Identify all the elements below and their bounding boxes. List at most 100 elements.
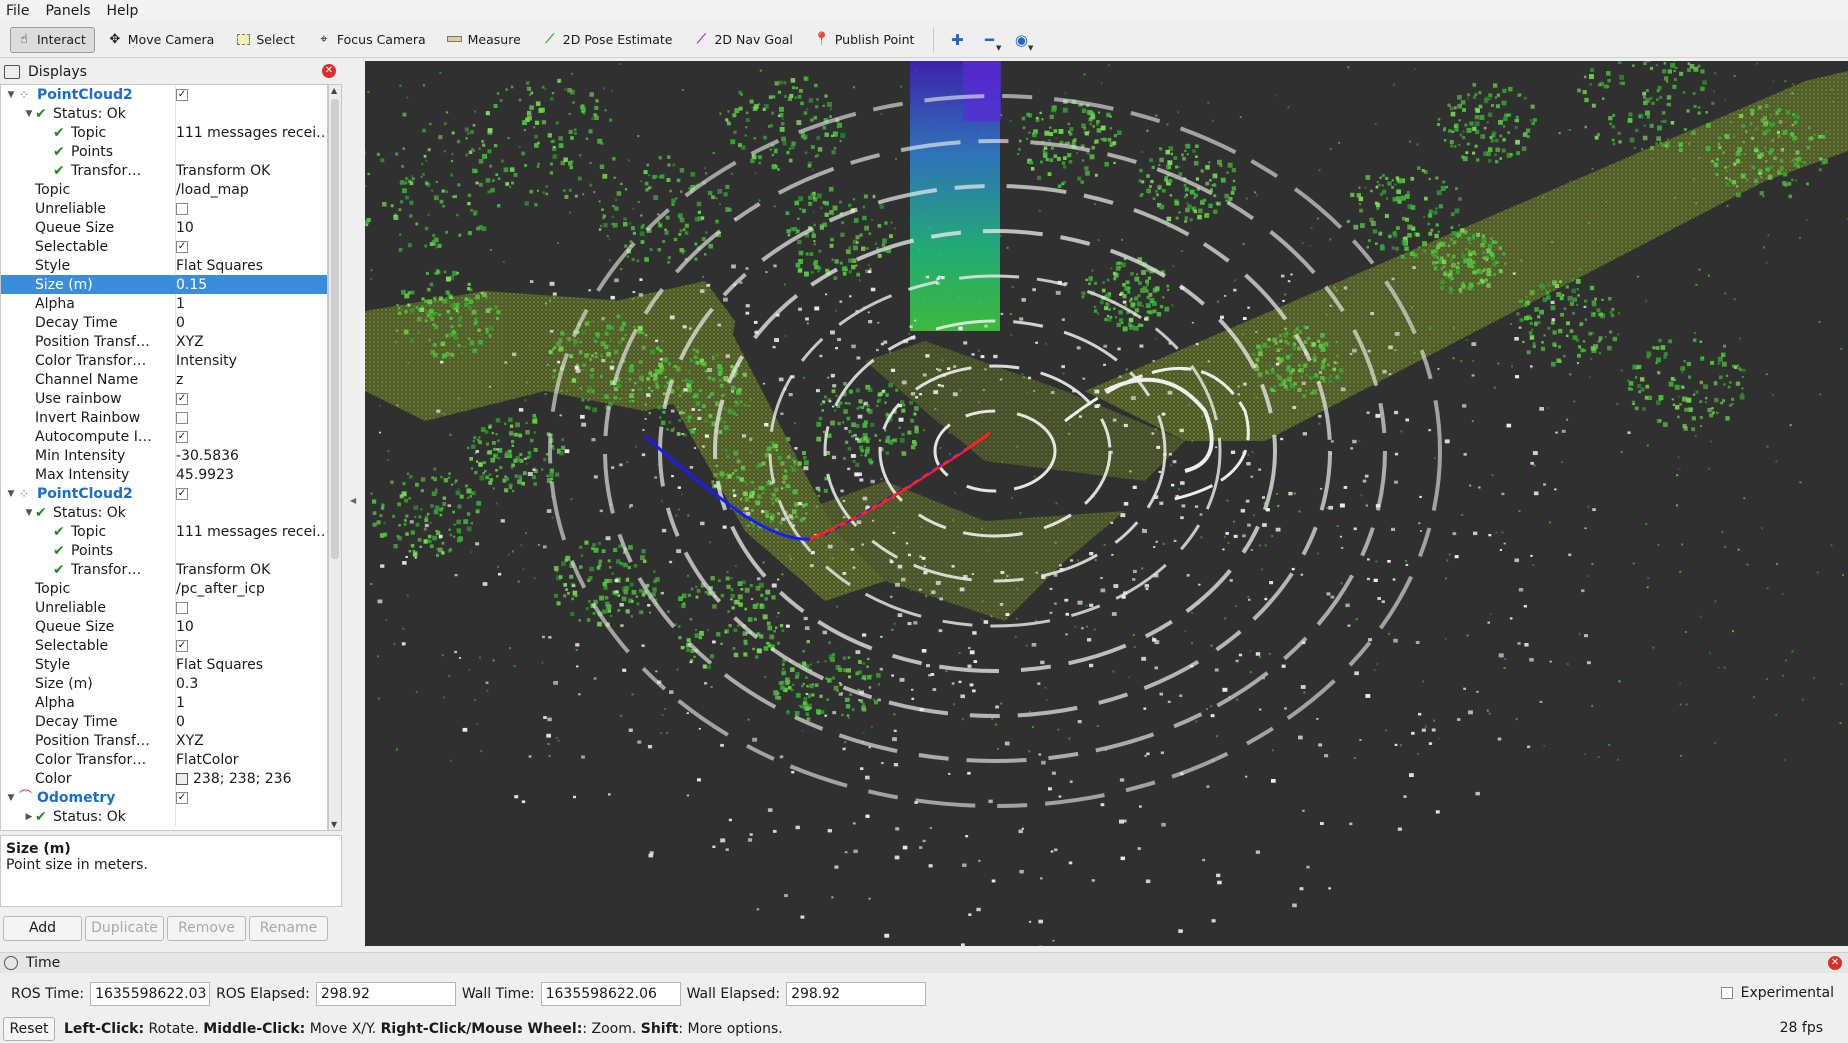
ros-elapsed-field[interactable]: 298.92 bbox=[315, 982, 456, 1006]
panel-visibility-button[interactable]: ◉ ▼ bbox=[1006, 27, 1036, 53]
property-checkbox[interactable]: ✓ bbox=[176, 88, 188, 101]
property-checkbox[interactable]: ✓ bbox=[176, 791, 188, 804]
property-row[interactable]: Color Transfor… FlatColor bbox=[1, 750, 327, 769]
property-row[interactable]: Unreliable bbox=[1, 598, 327, 617]
property-checkbox[interactable] bbox=[176, 411, 188, 424]
property-checkbox[interactable]: ✓ bbox=[176, 487, 188, 500]
property-checkbox[interactable] bbox=[176, 202, 188, 215]
property-checkbox[interactable]: ✓ bbox=[176, 639, 188, 652]
wall-time-field[interactable]: 1635598622.06 bbox=[540, 982, 681, 1006]
property-checkbox[interactable]: ✓ bbox=[176, 240, 188, 253]
tool-2d-nav-goal[interactable]: ⟋ 2D Nav Goal bbox=[687, 27, 801, 53]
expand-arrow-icon[interactable]: ▼ bbox=[23, 109, 35, 119]
property-value-cell[interactable] bbox=[175, 503, 325, 522]
tool-interact[interactable]: ☝ Interact bbox=[10, 26, 95, 53]
property-row[interactable]: Color 238; 238; 236 bbox=[1, 769, 327, 788]
property-value-cell[interactable]: ✓ bbox=[175, 484, 325, 503]
duplicate-button[interactable]: Duplicate bbox=[85, 915, 164, 941]
menu-file[interactable]: File bbox=[6, 3, 29, 19]
property-row[interactable]: Size (m) 0.3 bbox=[1, 674, 327, 693]
property-value-cell[interactable]: Transform OK bbox=[175, 560, 325, 579]
property-value-cell[interactable] bbox=[175, 408, 325, 427]
property-row[interactable]: Position Transf… XYZ bbox=[1, 332, 327, 351]
collapse-left-icon[interactable]: ◀ bbox=[350, 496, 356, 505]
property-row[interactable]: Decay Time 0 bbox=[1, 712, 327, 731]
render-view-3d[interactable] bbox=[365, 61, 1848, 946]
property-row[interactable]: Decay Time 0 bbox=[1, 313, 327, 332]
tool-select[interactable]: Select bbox=[229, 27, 304, 53]
property-value-cell[interactable]: /pc_after_icp bbox=[175, 579, 325, 598]
property-value-cell[interactable]: Flat Squares bbox=[175, 655, 325, 674]
remove-button[interactable]: Remove bbox=[167, 915, 246, 941]
wall-elapsed-field[interactable]: 298.92 bbox=[786, 982, 927, 1006]
property-value-cell[interactable]: 45.9923 bbox=[175, 465, 325, 484]
property-value-cell[interactable]: 111 messages recei… bbox=[175, 123, 325, 142]
scrollbar-thumb[interactable] bbox=[331, 99, 339, 559]
menu-help[interactable]: Help bbox=[107, 3, 139, 19]
tool-publish-point[interactable]: 📍 Publish Point bbox=[808, 27, 924, 53]
property-row[interactable]: ✔ Topic 111 messages recei… bbox=[1, 123, 327, 142]
display-item[interactable]: ▼ ⁘ PointCloud2 ✓ bbox=[1, 85, 327, 104]
property-row[interactable]: Min Intensity -30.5836 bbox=[1, 446, 327, 465]
color-swatch[interactable] bbox=[176, 772, 188, 785]
property-value-cell[interactable]: ✓ bbox=[175, 427, 325, 446]
display-item[interactable]: ▼ ⁘ PointCloud2 ✓ bbox=[1, 484, 327, 503]
displays-tree-scrollbar[interactable]: ▲ ▼ bbox=[328, 84, 342, 831]
property-value-cell[interactable]: 238; 238; 236 bbox=[175, 769, 325, 788]
property-row[interactable]: ▼ ✔ Status: Ok bbox=[1, 503, 327, 522]
expand-arrow-icon[interactable]: ▼ bbox=[23, 508, 35, 518]
property-row[interactable]: Position Transf… XYZ bbox=[1, 731, 327, 750]
experimental-checkbox[interactable] bbox=[1720, 987, 1733, 999]
property-row[interactable]: Autocompute I… ✓ bbox=[1, 427, 327, 446]
add-button[interactable]: Add bbox=[3, 915, 82, 941]
property-value-cell[interactable]: 10 bbox=[175, 617, 325, 636]
property-row[interactable]: ▶ ✔ Status: Ok bbox=[1, 807, 327, 826]
property-row[interactable]: Size (m) 0.15 bbox=[1, 275, 327, 294]
property-value-cell[interactable]: ✓ bbox=[175, 636, 325, 655]
property-checkbox[interactable]: ✓ bbox=[176, 392, 188, 405]
property-row[interactable]: Alpha 1 bbox=[1, 294, 327, 313]
property-value-cell[interactable] bbox=[175, 807, 325, 826]
property-checkbox[interactable]: ✓ bbox=[176, 430, 188, 443]
scroll-up-icon[interactable]: ▲ bbox=[331, 86, 337, 95]
property-value-cell[interactable]: 1 bbox=[175, 693, 325, 712]
expand-arrow-icon[interactable]: ▼ bbox=[5, 90, 17, 100]
property-value-cell[interactable]: /load_map bbox=[175, 180, 325, 199]
property-row[interactable]: Unreliable bbox=[1, 199, 327, 218]
property-value-cell[interactable]: 10 bbox=[175, 218, 325, 237]
property-value-cell[interactable]: Transform OK bbox=[175, 161, 325, 180]
property-row[interactable]: ✔ Transfor… Transform OK bbox=[1, 161, 327, 180]
reset-button[interactable]: Reset bbox=[3, 1017, 55, 1041]
property-row[interactable]: Style Flat Squares bbox=[1, 655, 327, 674]
property-row[interactable]: Selectable ✓ bbox=[1, 237, 327, 256]
expand-arrow-icon[interactable]: ▼ bbox=[5, 793, 17, 803]
property-value-cell[interactable]: z bbox=[175, 370, 325, 389]
property-row[interactable]: Max Intensity 45.9923 bbox=[1, 465, 327, 484]
property-row[interactable]: Invert Rainbow bbox=[1, 408, 327, 427]
collapsed-arrow-icon[interactable]: ▶ bbox=[23, 812, 35, 822]
property-value-cell[interactable]: FlatColor bbox=[175, 750, 325, 769]
property-value-cell[interactable]: ✓ bbox=[175, 85, 325, 104]
property-row[interactable]: Selectable ✓ bbox=[1, 636, 327, 655]
property-value-cell[interactable] bbox=[175, 142, 325, 161]
add-tool-button[interactable]: ✚ bbox=[942, 27, 972, 53]
displays-tree[interactable]: ▼ ⁘ PointCloud2 ✓ ▼ ✔ Status: Ok ✔ Topic 111 mess… bbox=[0, 84, 328, 831]
property-value-cell[interactable]: Intensity bbox=[175, 351, 325, 370]
property-value-cell[interactable] bbox=[175, 541, 325, 560]
ros-time-field[interactable]: 1635598622.03 bbox=[90, 982, 211, 1006]
property-row[interactable]: Style Flat Squares bbox=[1, 256, 327, 275]
property-row[interactable]: Topic/pc_after_icp bbox=[1, 579, 327, 598]
display-item[interactable]: ▼ ⌒ Odometry ✓ bbox=[1, 788, 327, 807]
property-value-cell[interactable] bbox=[175, 598, 325, 617]
property-row[interactable]: Color Transfor… Intensity bbox=[1, 351, 327, 370]
tool-move-camera[interactable]: ✥ Move Camera bbox=[101, 27, 224, 53]
property-checkbox[interactable] bbox=[176, 601, 188, 614]
property-value-cell[interactable]: ✓ bbox=[175, 788, 325, 807]
property-value-cell[interactable]: 111 messages recei… bbox=[175, 522, 325, 541]
property-value-cell[interactable]: 0.15 bbox=[175, 275, 325, 294]
property-row[interactable]: ✔ Points bbox=[1, 541, 327, 560]
property-value-cell[interactable]: ✓ bbox=[175, 237, 325, 256]
property-value-cell[interactable] bbox=[175, 199, 325, 218]
expand-arrow-icon[interactable]: ▼ bbox=[5, 489, 17, 499]
experimental-toggle[interactable]: Experimental bbox=[1720, 985, 1834, 1001]
